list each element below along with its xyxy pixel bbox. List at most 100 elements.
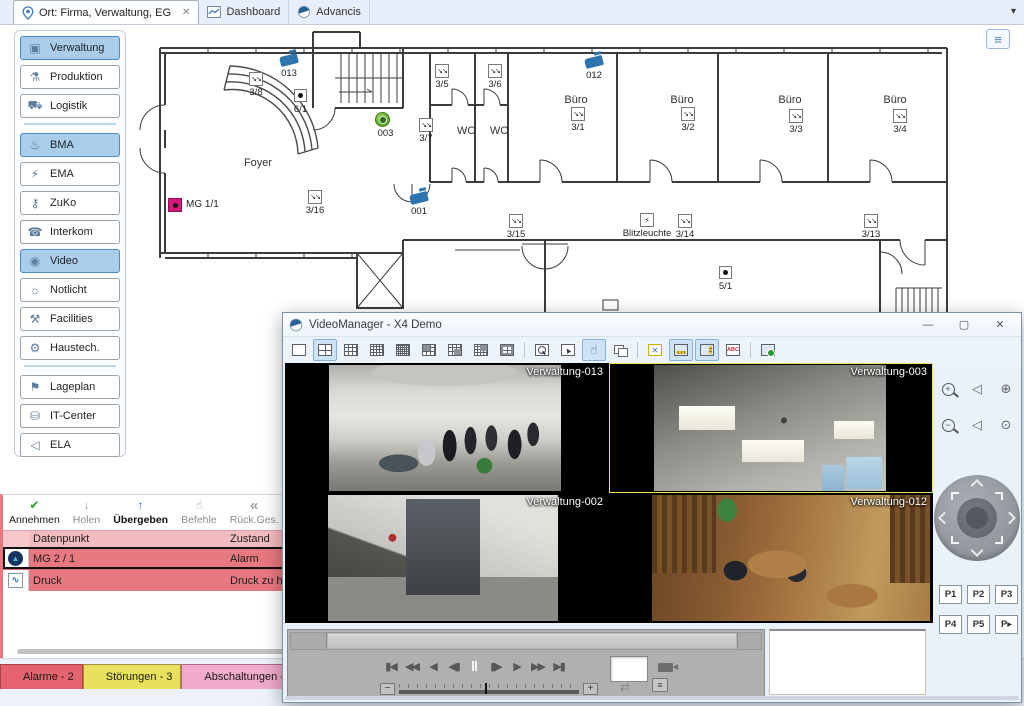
sidebar-item[interactable]: ◉ Video xyxy=(20,249,120,273)
layout-1plus7[interactable] xyxy=(443,339,467,361)
notes-box[interactable] xyxy=(769,629,926,695)
map-device[interactable]: 3/6 xyxy=(488,64,502,78)
map-device[interactable]: MG 1/1 xyxy=(168,198,182,212)
zoom-in-button[interactable]: + xyxy=(942,383,955,396)
map-device[interactable]: 5/1 xyxy=(719,266,732,279)
map-device[interactable]: 3/13 xyxy=(864,214,878,228)
status-tab[interactable]: Alarme - 2 xyxy=(0,664,83,689)
focus-near-button[interactable]: ◁ xyxy=(972,381,982,397)
sidebar-item[interactable]: ⚙ Haustech. xyxy=(20,336,120,360)
alarm-toolbar-button[interactable]: Annehmen xyxy=(6,497,63,529)
preset-button[interactable]: P3 xyxy=(995,585,1018,604)
sidebar-item[interactable]: ⚡ EMA xyxy=(20,162,120,186)
select-tool[interactable] xyxy=(556,339,580,361)
tab-location[interactable]: Ort: Firma, Verwaltung, EG ✕ xyxy=(13,0,199,24)
step-back-button[interactable]: ◀▮ xyxy=(443,654,464,678)
preset-button[interactable]: P5 xyxy=(967,615,990,634)
joystick-knob[interactable] xyxy=(957,498,997,538)
map-device[interactable]: 3/1 xyxy=(571,107,585,121)
fast-forward-button[interactable]: ▶▶ xyxy=(527,654,548,678)
alarm-toolbar-button[interactable]: Rück.Ges. xyxy=(227,497,282,529)
status-tab[interactable]: Störungen - 3 xyxy=(83,664,182,689)
layout-5x5[interactable] xyxy=(391,339,415,361)
tab-overflow-arrow[interactable]: ▾ xyxy=(1011,6,1016,17)
map-device[interactable]: 3/7 xyxy=(419,118,433,132)
slider-minus-button[interactable]: − xyxy=(380,683,395,695)
sidebar-item[interactable]: ♨ BMA xyxy=(20,133,120,157)
tab-dashboard[interactable]: Dashboard xyxy=(199,0,289,24)
camera-cell[interactable]: Verwaltung-002 xyxy=(285,493,609,623)
sidebar-item[interactable]: ⚷ ZuKo xyxy=(20,191,120,215)
iris-close-button[interactable]: ⊙ xyxy=(1001,417,1012,433)
map-device[interactable]: 3/15 xyxy=(509,214,523,228)
sidebar-item[interactable]: ☎ Interkom xyxy=(20,220,120,244)
map-device[interactable]: 001 xyxy=(410,193,428,203)
maximize-button[interactable]: ▢ xyxy=(949,318,979,331)
sidebar-item[interactable] xyxy=(24,365,116,367)
preset-button[interactable]: P2 xyxy=(967,585,990,604)
map-device[interactable]: 3/3 xyxy=(789,109,803,123)
step-forward-button[interactable]: ▮▶ xyxy=(485,654,506,678)
pause-button[interactable]: ‖ xyxy=(464,654,485,678)
slider-thumb[interactable] xyxy=(485,683,487,694)
play-button[interactable]: ▶ xyxy=(506,654,527,678)
sidebar-item[interactable] xyxy=(24,123,116,125)
layout-single[interactable] xyxy=(287,339,311,361)
swap-tool[interactable] xyxy=(608,339,632,361)
layout-1plus5[interactable] xyxy=(417,339,441,361)
ptz-joystick[interactable] xyxy=(934,475,1020,561)
map-device[interactable]: 3/5 xyxy=(435,64,449,78)
preset-button[interactable]: P▸ xyxy=(995,615,1018,634)
preset-button[interactable]: P1 xyxy=(939,585,962,604)
camera-cell[interactable]: Verwaltung-013 xyxy=(285,363,609,493)
map-device[interactable]: 013 xyxy=(280,55,298,65)
layout-3x3[interactable] xyxy=(339,339,363,361)
calibrate-view[interactable] xyxy=(643,339,667,361)
monitor-add[interactable] xyxy=(756,339,780,361)
sidebar-item[interactable]: ⚗ Produktion xyxy=(20,65,120,89)
map-device[interactable]: 3/2 xyxy=(681,107,695,121)
minimize-button[interactable]: — xyxy=(913,319,943,331)
camcorder-icon[interactable] xyxy=(658,663,673,672)
sidebar-item[interactable]: ◁ ELA xyxy=(20,433,120,457)
iris-open-button[interactable]: ⊕ xyxy=(1001,381,1012,397)
layout-4x4[interactable] xyxy=(365,339,389,361)
speed-display[interactable] xyxy=(610,656,648,682)
map-device[interactable]: 3/8 xyxy=(249,72,263,86)
alarm-toolbar-button[interactable]: Übergeben xyxy=(110,497,171,529)
map-device[interactable]: 3/16 xyxy=(308,190,322,204)
map-device[interactable]: 003 xyxy=(375,112,390,127)
timeline-track[interactable] xyxy=(328,634,736,648)
map-menu-button[interactable]: ≡ xyxy=(986,29,1010,49)
sidebar-item[interactable]: ⚑ Lageplan xyxy=(20,375,120,399)
slider-track[interactable] xyxy=(399,684,579,694)
loop-icon[interactable]: ⇄ xyxy=(620,680,630,694)
map-device[interactable]: 3/14 xyxy=(678,214,692,228)
play-reverse-button[interactable]: ◀ xyxy=(422,654,443,678)
sidebar-item[interactable]: ☼ Notlicht xyxy=(20,278,120,302)
preset-button[interactable]: P4 xyxy=(939,615,962,634)
column-header-datenpunkt[interactable]: Datenpunkt xyxy=(29,533,228,545)
map-device[interactable]: Blitzleuchte xyxy=(640,213,654,227)
layout-windowed[interactable] xyxy=(495,339,519,361)
layout-1plus12[interactable] xyxy=(469,339,493,361)
sidebar-item[interactable]: ⛟ Logistik xyxy=(20,94,120,118)
monitor-secondary[interactable] xyxy=(695,339,719,361)
camera-cell[interactable]: Verwaltung-012 xyxy=(609,493,933,623)
close-icon[interactable]: ✕ xyxy=(182,7,190,18)
map-device[interactable]: 012 xyxy=(585,57,603,67)
map-device[interactable]: 6/1 xyxy=(294,89,307,102)
alarm-toolbar-button[interactable]: Holen xyxy=(70,497,103,529)
zoom-out-button[interactable]: − xyxy=(942,419,955,432)
map-device[interactable]: 3/4 xyxy=(893,109,907,123)
focus-far-button[interactable]: ◁ xyxy=(972,417,982,433)
drag-tool[interactable] xyxy=(582,339,606,361)
skip-start-button[interactable]: ▮◀ xyxy=(380,654,401,678)
playlist-icon[interactable]: ≡ xyxy=(652,678,668,692)
slider-plus-button[interactable]: + xyxy=(583,683,598,695)
layout-2x2[interactable] xyxy=(313,339,337,361)
sidebar-item[interactable]: ⛁ IT-Center xyxy=(20,404,120,428)
zoom-tool[interactable] xyxy=(530,339,554,361)
skip-end-button[interactable]: ▶▮ xyxy=(548,654,569,678)
monitor-main[interactable] xyxy=(669,339,693,361)
